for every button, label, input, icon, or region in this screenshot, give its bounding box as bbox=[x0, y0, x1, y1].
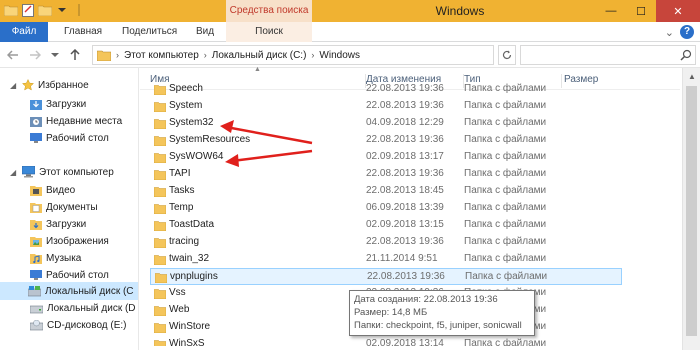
tooltip-folders: Папки: checkpoint, f5, juniper, sonicwal… bbox=[354, 320, 522, 331]
tooltip-created: Дата создания: 22.08.2013 19:36 bbox=[354, 294, 498, 305]
arrow-to-system32 bbox=[220, 120, 313, 145]
tooltip-size: Размер: 14,8 МБ bbox=[354, 307, 428, 318]
folder-tooltip: Дата создания: 22.08.2013 19:36 Размер: … bbox=[349, 290, 535, 336]
arrow-to-syswow64 bbox=[225, 149, 313, 167]
